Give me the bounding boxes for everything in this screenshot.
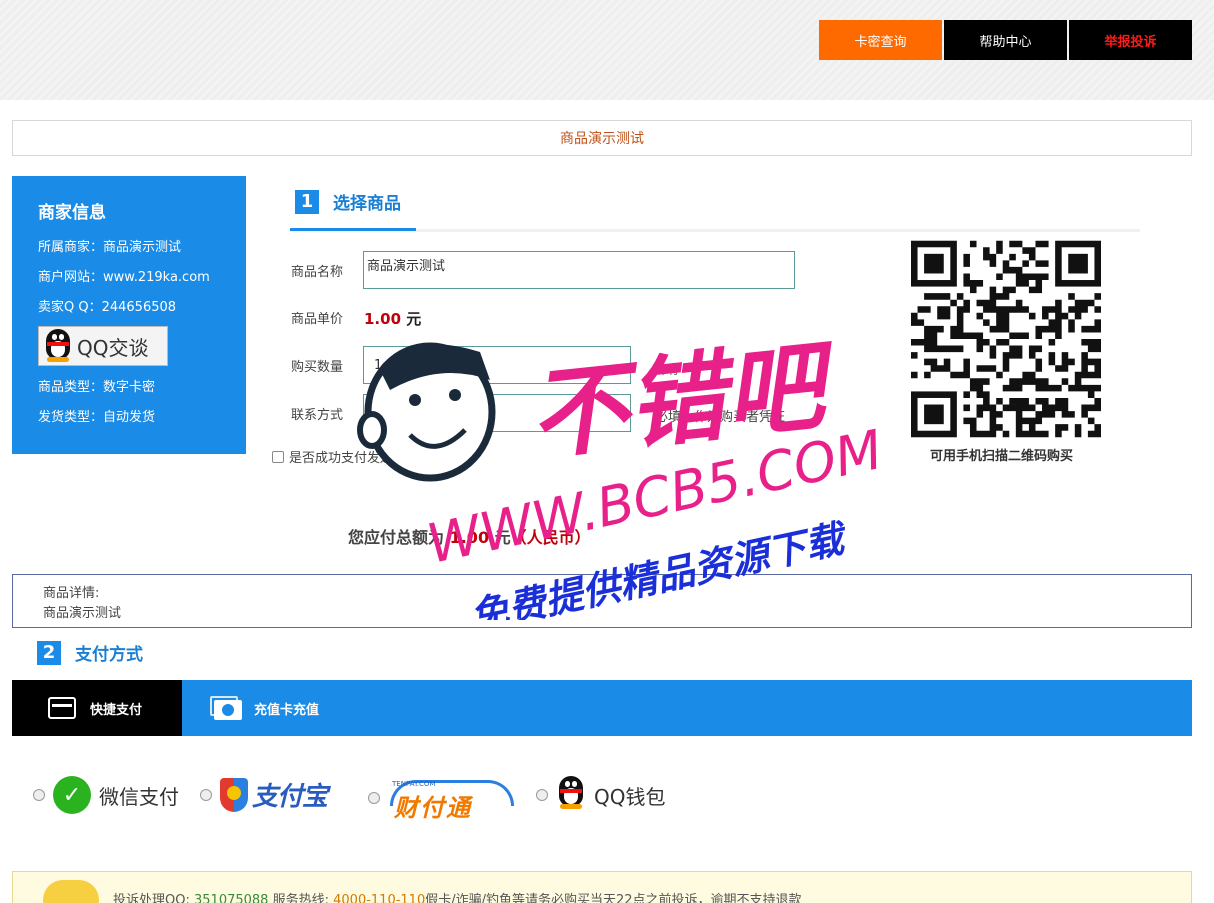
unit-price-value: 1.00 元 — [364, 310, 422, 328]
product-type: 商品类型：数字卡密 — [38, 380, 156, 395]
contact-label: 联系方式 — [291, 408, 344, 423]
shipping-type: 发货类型：自动发货 — [38, 410, 156, 425]
tab-recharge-card-label: 充值卡充值 — [254, 702, 320, 718]
total-amount: 您应付总额为 1.00 元（人民币） — [348, 528, 591, 547]
quantity-input[interactable]: 1 — [363, 346, 631, 384]
wechat-logo-icon: ✓ — [53, 776, 91, 814]
page-title: 商品演示测试 — [12, 120, 1192, 156]
wechat-radio[interactable] — [33, 789, 45, 801]
product-name-field[interactable]: 商品演示测试 — [363, 251, 795, 289]
qq-penguin-icon — [556, 776, 590, 814]
qq-chat-label: QQ交谈 — [77, 335, 149, 360]
section-payment-method: 2 支付方式 — [37, 640, 143, 665]
product-details: 商品详情: 商品演示测试 — [12, 574, 1192, 628]
merchant-info-panel: 商家信息 所属商家：商品演示测试 商户网站：www.219ka.com 卖家Q … — [12, 176, 246, 454]
section-select-product: 1 选择商品 — [295, 189, 401, 214]
recharge-card-icon — [210, 696, 242, 720]
pay-option-wechat[interactable]: ✓ 微信支付 — [33, 776, 179, 814]
complaint-notice: 投诉处理QQ: 351075088 服务热线: 4000-110-110假卡/诈… — [12, 871, 1192, 903]
shield-icon — [220, 777, 248, 812]
tenpay-radio[interactable] — [368, 792, 380, 804]
section-divider — [290, 229, 1140, 232]
unit-price-label: 商品单价 — [291, 312, 344, 327]
merchant-heading: 商家信息 — [38, 203, 106, 223]
contact-input[interactable] — [363, 394, 631, 432]
notice-bulb-icon — [43, 880, 99, 903]
merchant-name: 所属商家：商品演示测试 — [38, 240, 182, 255]
tab-quick-pay-label: 快捷支付 — [90, 702, 143, 718]
pay-option-alipay[interactable]: 支付宝 — [200, 776, 328, 813]
section-title: 选择商品 — [333, 194, 401, 214]
report-complaint-button[interactable]: 举报投诉 — [1069, 20, 1192, 60]
top-nav: 卡密查询 帮助中心 举报投诉 — [819, 20, 1192, 60]
qr-caption: 可用手机扫描二维码购买 — [930, 449, 1074, 464]
pay-option-tenpay[interactable]: TENPAY.COM 财付通 — [368, 776, 516, 822]
alipay-radio[interactable] — [200, 788, 212, 801]
qq-chat-button[interactable]: QQ交谈 — [38, 326, 168, 366]
email-checkbox-row[interactable]: 是否成功支付发送到邮箱 — [272, 447, 432, 466]
complaint-qq: 351075088 — [194, 893, 269, 903]
qqwallet-radio[interactable] — [536, 789, 548, 801]
contact-note: 必填，作为购买者凭证 — [655, 410, 786, 425]
product-name-label: 商品名称 — [291, 265, 344, 280]
qqwallet-label: QQ钱包 — [594, 784, 666, 809]
stock-note: 库存 — [655, 363, 682, 378]
wechat-label: 微信支付 — [99, 784, 179, 809]
email-checkbox[interactable] — [272, 450, 284, 463]
card-icon — [48, 697, 76, 719]
email-checkbox-label: 是否成功支付发送到邮箱 — [289, 451, 433, 466]
qr-code — [911, 240, 1101, 438]
details-label: 商品详情: — [43, 586, 100, 601]
qq-penguin-icon — [43, 329, 73, 363]
watermark-url: WWW.BCB5.COM — [422, 418, 888, 576]
hotline-number: 4000-110-110 — [333, 893, 426, 903]
section-underline — [290, 228, 416, 231]
section-number: 2 — [37, 640, 61, 665]
tab-recharge-card[interactable]: 充值卡充值 — [182, 680, 319, 736]
tab-quick-pay[interactable]: 快捷支付 — [12, 680, 182, 736]
card-query-button[interactable]: 卡密查询 — [819, 20, 942, 60]
help-center-button[interactable]: 帮助中心 — [944, 20, 1067, 60]
pay-option-qqwallet[interactable]: QQ钱包 — [536, 776, 665, 814]
tenpay-logo: TENPAY.COM 财付通 — [388, 776, 516, 822]
details-text: 商品演示测试 — [43, 606, 122, 621]
top-header: 卡密查询 帮助中心 举报投诉 — [0, 0, 1214, 100]
payment-tabs: 快捷支付 充值卡充值 — [12, 680, 1192, 736]
quantity-label: 购买数量 — [291, 360, 344, 375]
section-number: 1 — [295, 189, 319, 214]
merchant-website: 商户网站：www.219ka.com — [38, 270, 210, 285]
section-title: 支付方式 — [75, 645, 143, 665]
alipay-logo: 支付宝 — [220, 776, 328, 813]
